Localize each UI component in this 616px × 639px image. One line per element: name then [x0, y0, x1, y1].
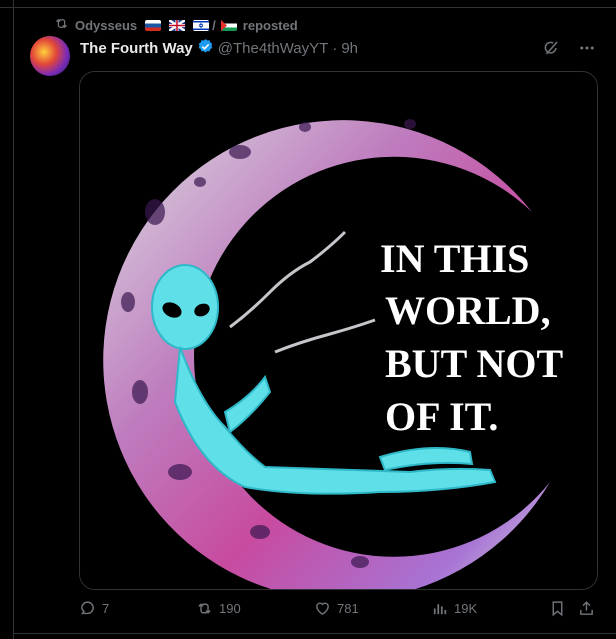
views-button[interactable]: 19K — [431, 600, 477, 617]
reply-button[interactable]: 7 — [79, 600, 109, 617]
like-button[interactable]: 781 — [314, 600, 359, 617]
post-header: The Fourth Way @The4thWayYT · 9h — [80, 38, 358, 59]
left-divider — [13, 0, 14, 639]
caption-line-1: IN THIS — [380, 236, 529, 281]
caption-line-3: BUT NOT — [385, 341, 564, 386]
reply-icon — [81, 601, 94, 615]
like-count: 781 — [337, 601, 359, 616]
repost-icon — [198, 603, 211, 614]
views-count: 19K — [454, 601, 478, 616]
author-handle[interactable]: @The4thWayYT — [218, 40, 329, 57]
caption-line-4: OF IT. — [385, 394, 498, 439]
repost-button[interactable]: 190 — [196, 600, 241, 617]
grok-icon[interactable] — [542, 39, 560, 62]
reply-count: 7 — [102, 601, 110, 616]
alien-moon-illustration: IN THIS WORLD, BUT NOT OF IT. — [80, 72, 597, 589]
action-bar: 7 190 781 19K — [79, 600, 596, 620]
repost-indicator[interactable]: Odysseus / reposted — [54, 16, 298, 34]
repost-suffix: reposted — [242, 17, 298, 33]
israel-flag-icon — [193, 19, 210, 31]
russia-flag-icon — [145, 19, 162, 31]
heart-icon — [316, 602, 329, 616]
views-icon — [433, 604, 447, 615]
more-options-icon[interactable] — [578, 39, 596, 62]
repost-user[interactable]: Odysseus — [75, 18, 137, 33]
bottom-divider — [13, 633, 616, 634]
dot-separator: · — [332, 40, 338, 57]
avatar[interactable] — [30, 36, 70, 76]
verified-badge-icon — [197, 38, 214, 59]
bookmark-button[interactable] — [549, 600, 566, 617]
post-time[interactable]: 9h — [341, 40, 358, 57]
repost-count: 190 — [219, 601, 241, 616]
repost-icon — [54, 16, 69, 34]
flag-separator: / — [212, 17, 216, 33]
caption-line-2: WORLD, — [385, 288, 551, 333]
bookmark-icon — [552, 601, 563, 617]
share-button[interactable] — [578, 600, 595, 617]
post-image[interactable]: IN THIS WORLD, BUT NOT OF IT. — [79, 71, 598, 590]
uk-flag-icon — [169, 19, 186, 31]
top-divider — [0, 7, 616, 8]
header-actions — [542, 39, 596, 62]
author-name[interactable]: The Fourth Way — [80, 40, 193, 57]
share-icon — [580, 601, 593, 615]
palestine-flag-icon — [220, 19, 237, 31]
